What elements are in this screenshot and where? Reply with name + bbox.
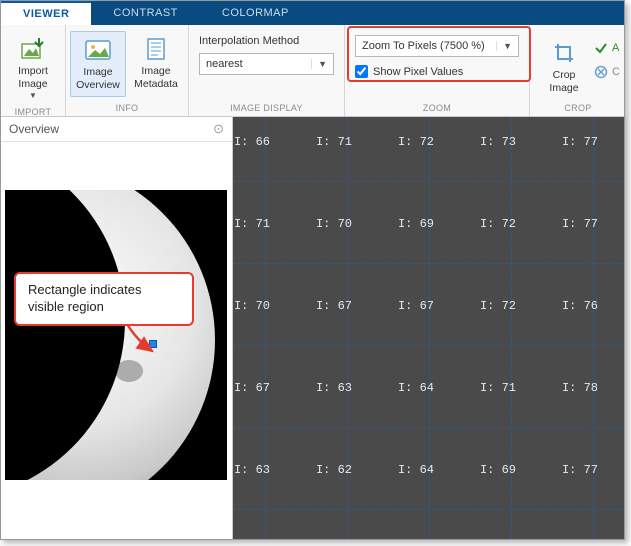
interpolation-dropdown[interactable]: nearest ▼ — [199, 53, 334, 75]
caret-down-icon: ▼ — [496, 41, 512, 51]
group-info: Image Overview Image Metadata INFO — [66, 25, 189, 116]
pixel-cell: I: 69 — [457, 455, 539, 485]
cancel-icon — [594, 65, 608, 79]
group-label-display: IMAGE DISPLAY — [199, 101, 334, 116]
group-crop: Crop Image A C CROP — [530, 25, 627, 116]
group-zoom: Zoom To Pixels (7500 %) ▼ Show Pixel Val… — [345, 25, 530, 116]
ribbon: Import Image ▼ IMPORT Image Overview — [1, 25, 624, 117]
pixel-cell: I: 69 — [375, 209, 457, 239]
pixel-cell: I: 67 — [375, 291, 457, 321]
pixel-view[interactable]: I: 66I: 71I: 72I: 73I: 77I: 71I: 70I: 69… — [233, 117, 624, 539]
import-image-label: Import Image — [7, 65, 59, 91]
zoom-dropdown[interactable]: Zoom To Pixels (7500 %) ▼ — [355, 35, 519, 57]
pixel-cell: I: 67 — [233, 373, 293, 403]
pixel-cell: I: 78 — [539, 373, 621, 403]
pixel-cell: I: 72 — [375, 127, 457, 157]
visible-region-rect[interactable] — [149, 340, 157, 348]
pixel-cell: I: 70 — [233, 291, 293, 321]
pixel-cell: I: 73 — [457, 127, 539, 157]
show-pixel-values-checkbox[interactable]: Show Pixel Values — [355, 65, 519, 78]
tab-colormap[interactable]: COLORMAP — [200, 1, 311, 25]
tab-contrast[interactable]: CONTRAST — [91, 1, 200, 25]
caret-down-icon: ▼ — [311, 59, 327, 69]
cancel-crop-button[interactable]: C — [594, 63, 620, 81]
group-image-display: Interpolation Method nearest ▼ IMAGE DIS… — [189, 25, 345, 116]
pixel-cell: I: 71 — [293, 127, 375, 157]
overview-header: Overview ⊙ — [1, 117, 232, 142]
zoom-value: Zoom To Pixels (7500 %) — [362, 40, 485, 52]
interpolation-value: nearest — [206, 58, 243, 70]
import-icon — [21, 35, 45, 63]
pixel-cell: I: 67 — [293, 291, 375, 321]
group-label-crop: CROP — [536, 101, 620, 116]
group-label-info: INFO — [70, 101, 184, 116]
pixel-cell: I: 77 — [539, 455, 621, 485]
callout-text: Rectangle indicates visible region — [28, 282, 141, 314]
interpolation-label: Interpolation Method — [199, 35, 334, 47]
crop-image-button[interactable]: Crop Image — [536, 35, 592, 99]
metadata-icon — [146, 35, 166, 63]
pixel-cell: I: 77 — [539, 209, 621, 239]
import-image-button[interactable]: Import Image ▼ — [5, 31, 61, 105]
caret-down-icon: ▼ — [29, 91, 37, 101]
pixel-cell: I: 77 — [539, 127, 621, 157]
tab-viewer[interactable]: VIEWER — [1, 1, 91, 25]
cancel-label: C — [612, 66, 620, 78]
callout-box: Rectangle indicates visible region — [14, 272, 194, 326]
tab-bar: VIEWER CONTRAST COLORMAP — [1, 1, 624, 25]
pixel-cell: I: 71 — [233, 209, 293, 239]
check-icon — [594, 41, 608, 55]
image-overview-label: Image Overview — [73, 66, 123, 92]
pixel-cell: I: 71 — [457, 373, 539, 403]
show-pixel-values-label: Show Pixel Values — [373, 66, 463, 78]
overview-title: Overview — [9, 122, 59, 136]
overview-panel: Overview ⊙ — [1, 117, 233, 539]
group-label-zoom: ZOOM — [355, 101, 519, 116]
overview-icon — [85, 36, 111, 64]
pixel-cell: I: 72 — [457, 291, 539, 321]
pixel-cell: I: 70 — [293, 209, 375, 239]
pixel-cell: I: 64 — [375, 373, 457, 403]
app-window: VIEWER CONTRAST COLORMAP Import Image ▼ … — [0, 0, 625, 540]
apply-crop-button[interactable]: A — [594, 39, 620, 57]
pixel-cell: I: 63 — [233, 455, 293, 485]
overview-thumbnail[interactable] — [5, 190, 227, 480]
pixel-grid: I: 66I: 71I: 72I: 73I: 77I: 71I: 70I: 69… — [233, 117, 624, 539]
crop-image-label: Crop Image — [538, 69, 590, 95]
image-overview-button[interactable]: Image Overview — [70, 31, 126, 97]
pixel-cell: I: 72 — [457, 209, 539, 239]
pixel-cell: I: 63 — [293, 373, 375, 403]
content-area: Overview ⊙ I: 66I: 71I: 72I: 73I: 77I: 7… — [1, 117, 624, 539]
group-import: Import Image ▼ IMPORT — [1, 25, 66, 116]
apply-label: A — [612, 42, 619, 54]
crop-icon — [553, 39, 575, 67]
image-metadata-button[interactable]: Image Metadata — [128, 31, 184, 95]
overview-close-icon[interactable]: ⊙ — [213, 121, 224, 137]
overview-body — [1, 142, 232, 539]
pixel-cell: I: 62 — [293, 455, 375, 485]
pixel-cell: I: 76 — [539, 291, 621, 321]
pixel-cell: I: 66 — [233, 127, 293, 157]
show-pixel-values-input[interactable] — [355, 65, 368, 78]
image-metadata-label: Image Metadata — [130, 65, 182, 91]
pixel-cell: I: 64 — [375, 455, 457, 485]
